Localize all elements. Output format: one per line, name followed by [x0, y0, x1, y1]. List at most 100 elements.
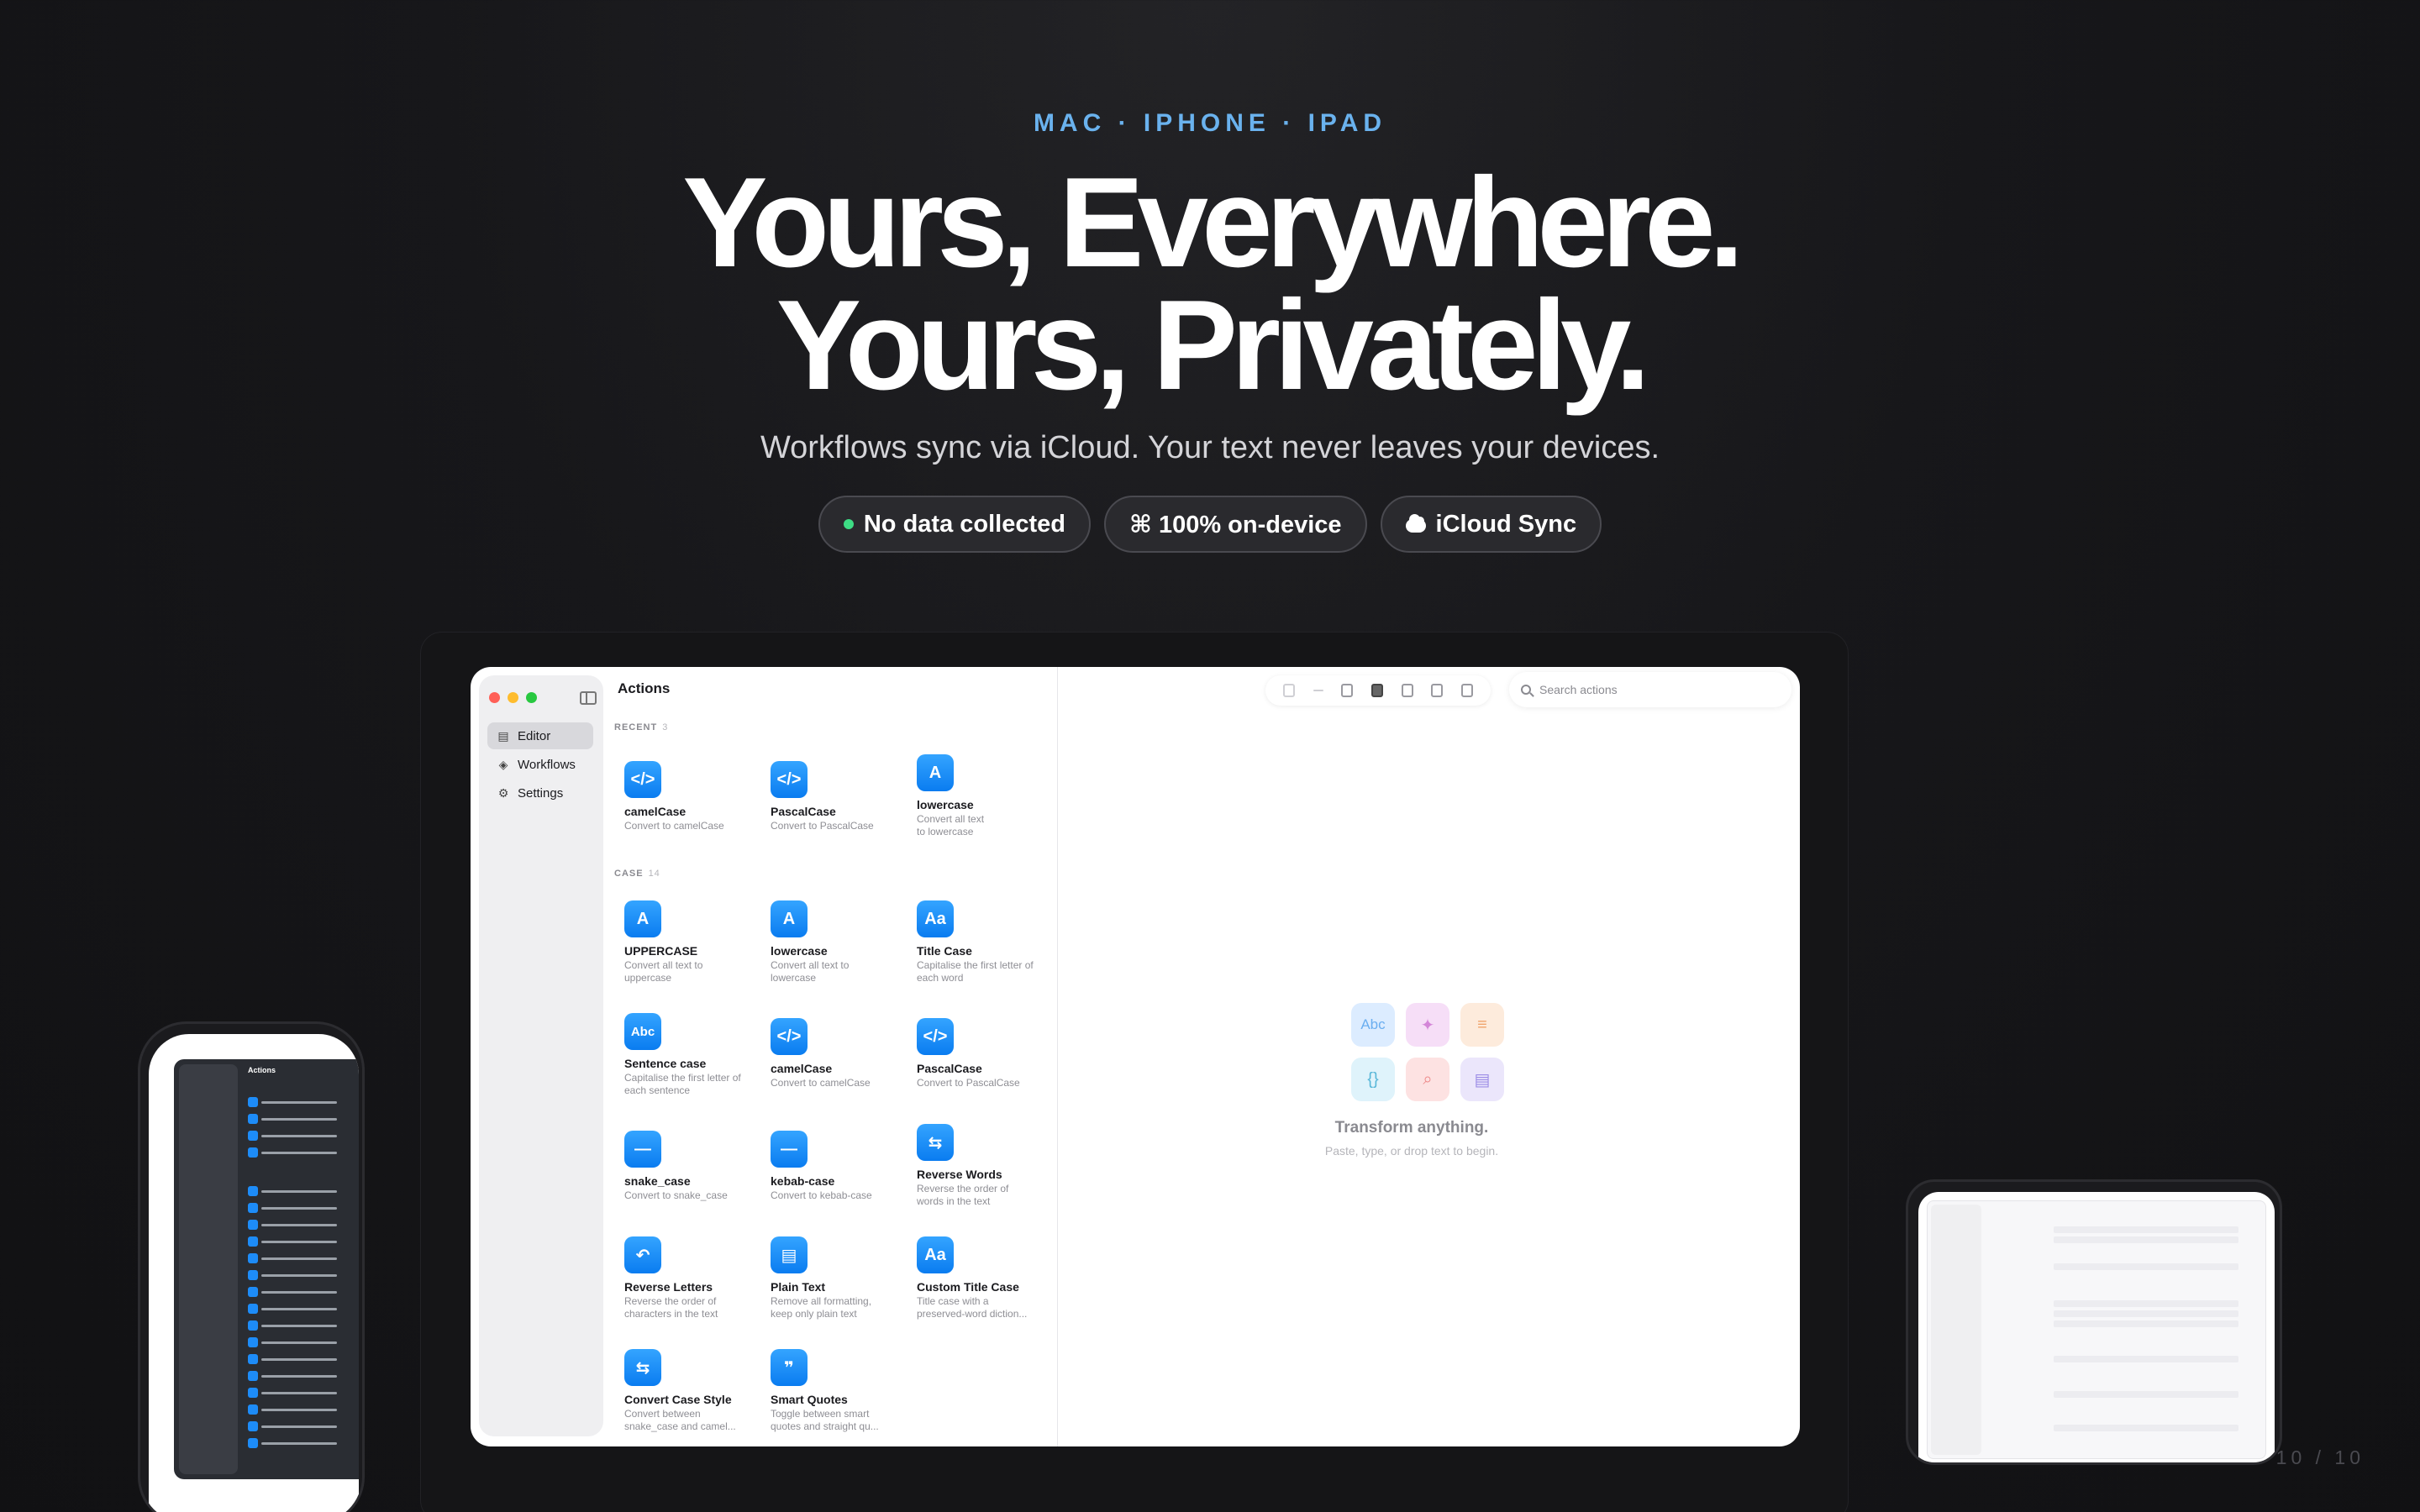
document-icon: ▤ [771, 1236, 808, 1273]
settings-row [2054, 1391, 2238, 1398]
action-tile[interactable]: ↶ Reverse Letters Reverse the order of c… [624, 1236, 750, 1320]
action-name: Smart Quotes [771, 1393, 848, 1406]
close-window-button[interactable] [489, 692, 500, 703]
braces-icon: {} [1351, 1058, 1395, 1101]
import-icon[interactable] [1431, 684, 1444, 697]
pill-no-data: No data collected [818, 496, 1091, 553]
paste-icon[interactable] [1370, 684, 1383, 697]
action-desc: Convert all text to lowercase [771, 959, 850, 984]
settings-row [2054, 1356, 2238, 1362]
action-desc: Convert to camelCase [771, 1077, 871, 1089]
pill-icloud: iCloud Sync [1380, 496, 1602, 553]
action-tile[interactable]: Aa Title Case Capitalise the first lette… [917, 900, 1043, 984]
mac-window: ▤ Editor ◈ Workflows ⚙ Settings Actions … [471, 667, 1800, 1446]
action-name: Sentence case [624, 1057, 707, 1070]
sidebar-item-settings[interactable]: ⚙ Settings [487, 780, 593, 806]
document-icon[interactable] [1282, 684, 1295, 697]
pane-divider [1057, 667, 1058, 1446]
sidebar-item-label: Editor [518, 728, 551, 743]
minimize-window-button[interactable] [508, 692, 518, 703]
action-tile[interactable]: A lowercase Convert all text to lowercas… [917, 754, 1043, 838]
action-tile[interactable]: Aa Custom Title Case Title case with a p… [917, 1236, 1043, 1320]
action-name: Convert Case Style [624, 1393, 732, 1406]
list-item [248, 1370, 359, 1382]
layers-icon: ◈ [498, 758, 508, 771]
quote-icon: ❞ [771, 1349, 808, 1386]
list-item [248, 1404, 359, 1415]
editor-toolbar [1265, 675, 1491, 706]
action-desc: Convert to kebab-case [771, 1189, 872, 1201]
action-name: lowercase [771, 944, 828, 958]
action-desc: Remove all formatting, keep only plain t… [771, 1295, 872, 1320]
gear-icon: ⚙ [497, 786, 509, 800]
action-desc: Convert to snake_case [624, 1189, 728, 1201]
list-item [248, 1185, 359, 1197]
minus-icon: — [771, 1131, 808, 1168]
action-tile[interactable]: ▤ Plain Text Remove all formatting, keep… [771, 1236, 897, 1320]
action-tile[interactable]: ⇆ Reverse Words Reverse the order of wor… [917, 1124, 1043, 1208]
iphone-screen: Actions [149, 1034, 359, 1512]
code-icon: </> [624, 761, 661, 798]
letter-a-icon: A [917, 754, 954, 791]
action-tile[interactable]: ⇆ Convert Case Style Convert between sna… [624, 1349, 750, 1433]
action-tile[interactable]: </> camelCase Convert to camelCase [624, 761, 760, 832]
action-name: Reverse Words [917, 1168, 1002, 1181]
search-icon: ⌕ [1406, 1058, 1449, 1101]
action-name: Plain Text [771, 1280, 826, 1294]
section-label: CASE [614, 869, 644, 879]
action-desc: Reverse the order of characters in the t… [624, 1295, 718, 1320]
ipad-app [1927, 1200, 2266, 1459]
list-icon: ≡ [1460, 1003, 1504, 1047]
settings-row [2054, 1300, 2238, 1307]
settings-row [2054, 1263, 2238, 1270]
empty-state-title: Transform anything. [1334, 1119, 1489, 1137]
settings-row [2054, 1320, 2238, 1327]
action-name: Reverse Letters [624, 1280, 713, 1294]
action-tile[interactable]: ❞ Smart Quotes Toggle between smart quot… [771, 1349, 897, 1433]
pill-on-device: ⌘ 100% on-device [1103, 496, 1367, 553]
action-tile[interactable]: — kebab-case Convert to kebab-case [771, 1131, 907, 1202]
action-tile[interactable]: — snake_case Convert to snake_case [624, 1131, 760, 1202]
letter-a-icon: A [624, 900, 661, 937]
copy-icon[interactable] [1341, 684, 1354, 697]
trash-icon[interactable] [1461, 684, 1474, 697]
action-desc: Reverse the order of words in the text [917, 1183, 1009, 1207]
ipad-sidebar [1931, 1205, 1981, 1455]
cloud-icon [1405, 514, 1426, 533]
action-name: PascalCase [771, 805, 836, 818]
settings-row [2054, 1425, 2238, 1431]
pill-label: iCloud Sync [1435, 510, 1577, 538]
action-tile[interactable]: Abc Sentence case Capitalise the first l… [624, 1013, 750, 1097]
subhead: Workflows sync via iCloud. Your text nev… [760, 430, 1660, 465]
empty-state-icons: Abc ✦ ≡ {} ⌕ ▤ [1351, 1003, 1504, 1101]
headline-line-2: Yours, Privately. [776, 274, 1651, 417]
iphone-mockup: Actions [138, 1021, 365, 1512]
feature-pills: No data collected ⌘ 100% on-device iClou… [0, 496, 2420, 553]
action-tile[interactable]: A UPPERCASE Convert all text to uppercas… [624, 900, 760, 984]
action-tile[interactable]: A lowercase Convert all text to lowercas… [771, 900, 907, 984]
list-item [248, 1219, 359, 1231]
action-tile[interactable]: </> camelCase Convert to camelCase [771, 1018, 907, 1089]
action-name: snake_case [624, 1174, 691, 1188]
zoom-window-button[interactable] [526, 692, 537, 703]
code-icon: </> [771, 761, 808, 798]
search-field[interactable]: Search actions [1509, 672, 1791, 707]
action-tile[interactable]: </> PascalCase Convert to PascalCase [917, 1018, 1043, 1089]
list-item [248, 1096, 359, 1108]
section-recent: RECENT 3 [614, 722, 668, 732]
list-item [248, 1320, 359, 1331]
action-tile[interactable]: </> PascalCase Convert to PascalCase [771, 761, 907, 832]
magic-wand-icon: ✦ [1406, 1003, 1449, 1047]
document-icon: ▤ [497, 729, 509, 743]
settings-row [2054, 1226, 2238, 1233]
ipad-screen [1918, 1192, 2275, 1462]
sidebar-item-workflows[interactable]: ◈ Workflows [487, 751, 593, 778]
action-desc: Convert to camelCase [624, 820, 724, 832]
title-case-icon: Aa [917, 900, 954, 937]
action-desc: Convert to PascalCase [771, 820, 874, 832]
sidebar-item-editor[interactable]: ▤ Editor [487, 722, 593, 749]
list-item [248, 1353, 359, 1365]
sidebar-toggle-icon[interactable] [580, 691, 597, 705]
share-icon[interactable] [1401, 684, 1413, 697]
action-name: camelCase [771, 1062, 833, 1075]
